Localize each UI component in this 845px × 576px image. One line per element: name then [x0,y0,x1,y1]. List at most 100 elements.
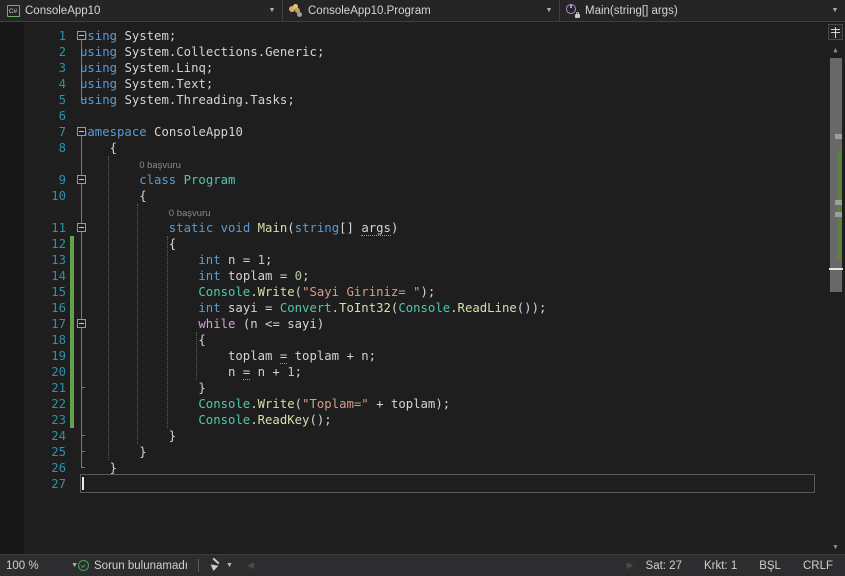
code-line[interactable]: 21} [24,380,845,396]
csharp-file-icon: C# [5,3,21,19]
line-content: } [198,380,205,396]
scroll-left-button[interactable] [247,560,254,571]
scroll-right-button[interactable] [627,560,634,571]
code-line[interactable]: 16 int sayi = Convert.ToInt32(Console.Rea… [24,300,845,316]
code-line[interactable]: 18 { [24,332,845,348]
code-token: ()); [516,301,547,315]
codelens-reference-count[interactable]: 0 başvuru [139,158,181,173]
code-line[interactable]: 9 class Program [24,172,845,188]
code-token: Console [398,301,451,315]
code-line[interactable]: 17 while (n <= sayi) [24,316,845,332]
code-token: ; [302,269,310,283]
collapse-outline-button[interactable] [77,223,86,232]
class-icon [288,3,304,19]
code-token: using [80,61,118,75]
code-token: . [250,397,258,411]
line-indicator: Sat: 27 [645,559,682,572]
code-token: 1 [287,365,295,379]
code-token: using [80,93,118,107]
code-line[interactable]: 25} [24,444,845,460]
vertical-scrollbar[interactable] [827,22,845,554]
code-token: n = [220,253,258,267]
error-status[interactable]: Sorun bulunamadı [78,560,188,572]
member-dropdown[interactable]: Main(string[] args) [560,0,845,21]
code-token: { [109,141,117,155]
line-content: Console.Write("Sayi Giriniz= "); [198,284,435,300]
code-token: ; [287,93,295,107]
code-line[interactable]: 8{ [24,140,845,156]
line-content: } [139,444,146,460]
code-line[interactable]: 15 Console.Write("Sayi Giriniz= "); [24,284,845,300]
code-token: "Toplam=" [302,397,369,411]
chevron-down-icon[interactable] [827,1,843,21]
column-indicator: Krkt: 1 [703,559,738,572]
line-content: { [110,140,117,156]
line-number: 9 [58,173,66,187]
line-content: using System.Text; [80,76,213,92]
line-content: int toplam = 0; [198,268,309,284]
line-ending-indicator[interactable]: CRLF [803,560,833,572]
collapse-outline-button[interactable] [77,31,86,40]
code-token: ; [265,253,273,267]
chevron-down-icon[interactable] [226,562,233,569]
code-token: 0 [294,269,303,283]
code-token: int [198,253,221,267]
code-token: { [168,237,177,251]
line-number: 12 [51,237,66,251]
code-token: . [250,413,258,427]
code-line[interactable]: 4 using System.Text; [24,76,845,92]
code-line[interactable]: 23 Console.ReadKey(); [24,412,845,428]
chevron-down-icon[interactable] [541,1,557,21]
code-line[interactable]: 20 n = n + 1; [24,364,845,380]
code-line[interactable]: 24} [24,428,845,444]
project-dropdown[interactable]: C# ConsoleApp10 [0,0,283,21]
code-line[interactable]: 10 { [24,188,845,204]
collapse-outline-button[interactable] [77,127,86,136]
code-line[interactable]: 19 toplam = toplam + n; [24,348,845,364]
line-content: { [169,236,176,252]
code-line[interactable]: 11 static void Main(string[] args) [24,220,845,236]
code-text-area[interactable]: 0 başvuru 0 başvuru 1 using System; 2 using S… [24,22,845,554]
code-line[interactable]: 5 using System.Threading.Tasks; [24,92,845,108]
chevron-down-icon[interactable] [264,1,280,21]
collapse-outline-button[interactable] [77,175,86,184]
insert-mode-indicator[interactable]: BŞL [759,560,781,572]
horizontal-scrollbar[interactable] [247,560,634,571]
scroll-down-button[interactable] [828,541,843,554]
code-token: } [168,429,177,443]
line-number: 15 [51,285,66,299]
codelens-reference-count[interactable]: 0 başvuru [169,206,211,221]
code-token: ToInt32 [339,301,391,315]
code-token: class [139,173,177,187]
line-content: using System; [80,28,176,44]
code-token: int [198,301,221,315]
code-line[interactable]: 12 { [24,236,845,252]
line-content: using System.Linq; [80,60,213,76]
code-token: while [198,317,236,331]
highlighter-control[interactable] [209,559,233,572]
code-line[interactable]: 3 using System.Linq; [24,60,845,76]
type-dropdown[interactable]: ConsoleApp10.Program [283,0,560,21]
code-token: { [198,333,206,347]
editor-selection-margin[interactable] [0,22,24,554]
split-view-button[interactable] [828,24,843,40]
code-line[interactable]: 6 [24,108,845,124]
code-token: ; [316,45,325,59]
line-content: { [139,188,146,204]
code-line[interactable]: 7 namespace ConsoleApp10 [24,124,845,140]
code-line[interactable]: 13 int n = 1; [24,252,845,268]
code-line[interactable]: 22 Console.Write("Toplam=" + toplam); [24,396,845,412]
chevron-down-icon[interactable] [71,562,78,569]
code-line[interactable]: 14 int toplam = 0; [24,268,845,284]
code-token: System.Threading.Tasks [124,93,288,107]
collapse-outline-button[interactable] [77,319,86,328]
code-line[interactable]: 2 using System.Collections.Generic; [24,44,845,60]
line-content: int n = 1; [198,252,272,268]
code-line[interactable]: 1 using System; [24,28,845,44]
scroll-up-button[interactable] [828,44,843,57]
code-token: System.Linq [124,61,206,75]
line-number: 11 [51,221,66,235]
zoom-level-control[interactable]: 100 % [0,560,78,572]
member-dropdown-label: Main(string[] args) [585,4,678,17]
